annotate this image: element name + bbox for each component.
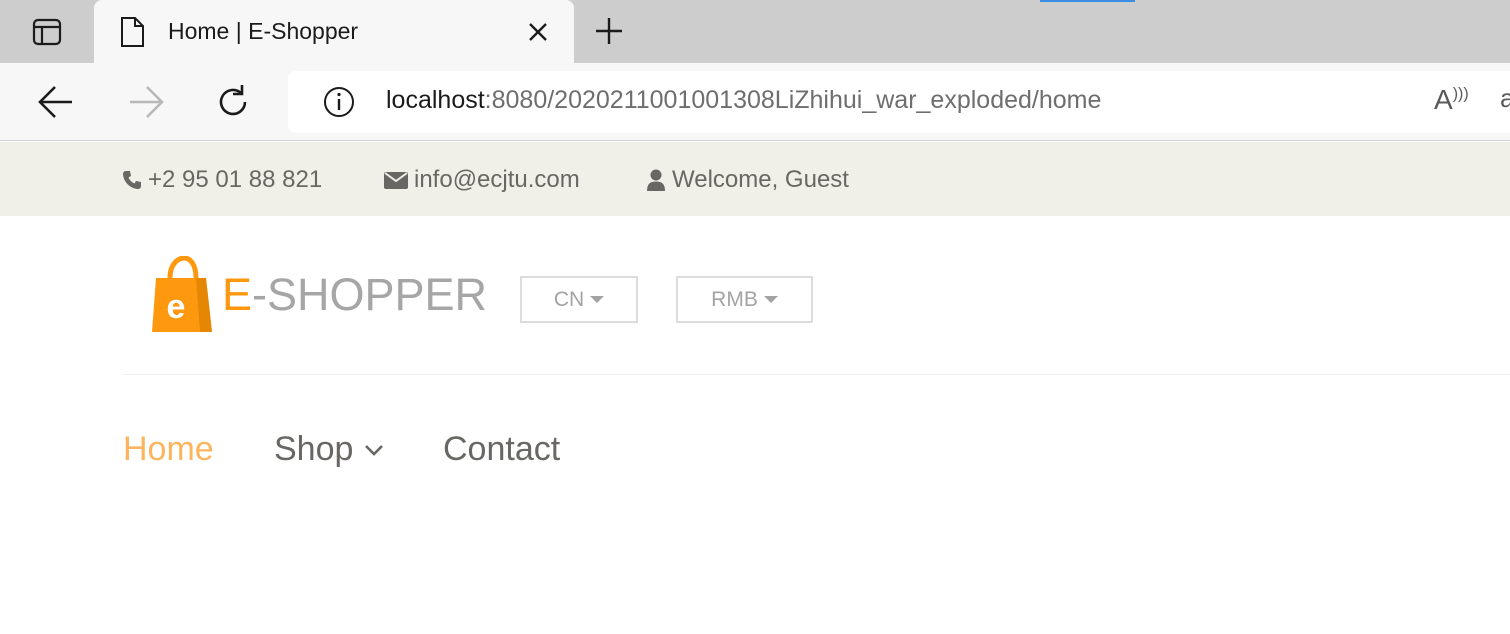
menu-item-shop-label: Shop [274,430,354,468]
phone-number: +2 95 01 88 821 [148,166,323,193]
contact-phone[interactable]: +2 95 01 88 821 [122,166,322,194]
menu-item-contact[interactable]: Contact [443,430,560,469]
refresh-icon[interactable] [214,83,252,126]
language-value: CN [553,287,585,311]
welcome-user[interactable]: Welcome, Guest [646,166,849,194]
forward-arrow-icon[interactable] [126,83,166,126]
tab-loading-indicator [1040,0,1135,2]
contact-email[interactable]: info@ecjtu.com [384,166,580,194]
envelope-icon [384,172,408,189]
browser-tabstrip: Home | E-Shopper [0,0,1510,63]
logo-text-rest: -SHOPPER [252,269,488,320]
close-icon[interactable] [528,22,548,47]
shopping-bag-icon: e [152,256,212,332]
bag-letter: e [167,288,186,326]
read-aloud-icon[interactable]: A))) [1434,84,1469,116]
info-icon[interactable] [322,85,356,124]
header-top-bar: +2 95 01 88 821 info@ecjtu.com Welcome, … [0,142,1510,216]
address-bar[interactable]: localhost:8080/2020211001001308LiZhihui_… [288,71,1510,133]
read-aloud-glyph: A [1434,84,1453,115]
site-logo[interactable]: e E-SHOPPER [150,256,487,334]
chevron-down-icon [763,296,778,303]
logo-text-e: E [222,269,253,320]
url-path: :8080/2020211001001308LiZhihui_war_explo… [484,86,1102,114]
header-middle: e E-SHOPPER CN RMB [0,216,1510,376]
url-host: localhost [386,86,485,114]
extension-icon[interactable]: a [1500,83,1510,114]
back-arrow-icon[interactable] [36,83,76,126]
chevron-down-icon [365,444,384,456]
user-icon [647,169,665,191]
currency-dropdown[interactable]: RMB [676,276,813,323]
browser-tab-active[interactable]: Home | E-Shopper [94,0,574,63]
plus-icon[interactable] [594,16,624,51]
phone-icon [123,171,141,189]
menu-item-home[interactable]: Home [123,430,214,469]
tab-title: Home | E-Shopper [168,18,359,44]
welcome-text: Welcome, Guest [672,166,849,193]
language-dropdown[interactable]: CN [520,276,638,323]
browser-toolbar: localhost:8080/2020211001001308LiZhihui_… [0,63,1510,141]
url-text[interactable]: localhost:8080/2020211001001308LiZhihui_… [386,86,1101,115]
sidebar-panel-icon[interactable] [20,12,74,52]
email-address: info@ecjtu.com [414,166,580,193]
header-divider [122,374,1510,375]
logo-text: E-SHOPPER [222,269,487,321]
menu-item-shop[interactable]: Shop [274,430,385,469]
currency-value: RMB [711,287,758,311]
page-icon [118,16,146,53]
chevron-down-icon [590,296,605,303]
